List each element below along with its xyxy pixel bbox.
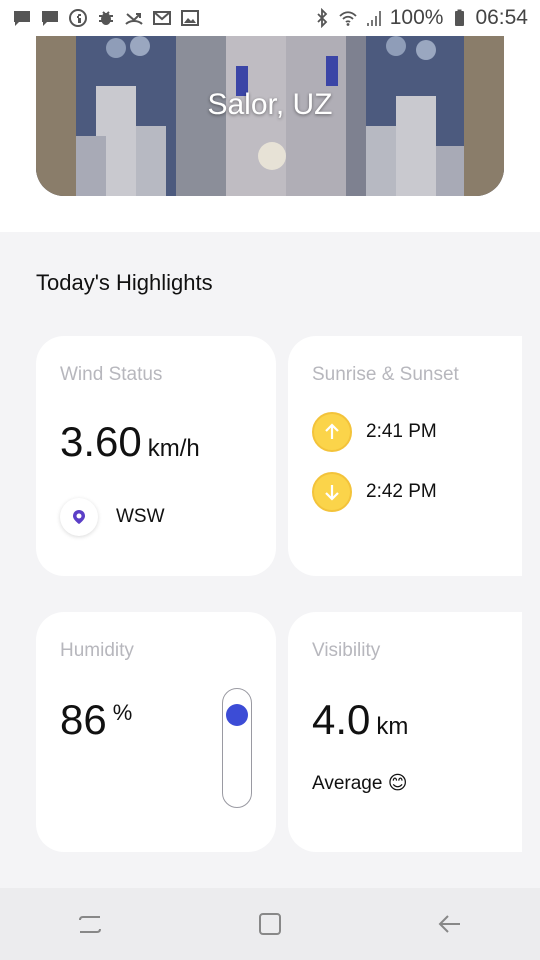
visibility-card: Visibility 4.0 km Average 😊 [288, 612, 522, 852]
gmail-icon [152, 8, 172, 28]
battery-icon [449, 8, 469, 28]
back-arrow-icon [438, 915, 460, 933]
missed-call-icon [124, 8, 144, 28]
humidity-level-bar [222, 688, 252, 808]
sunrise-arrow-up-icon [312, 412, 352, 452]
home-icon [259, 913, 281, 935]
chat-icon [12, 8, 32, 28]
wind-speed-value: 3.60 [60, 418, 142, 465]
header-area: Salor, UZ [0, 36, 540, 232]
wind-direction: WSW [60, 498, 165, 536]
bug-icon [96, 8, 116, 28]
wind-status-card: Wind Status 3.60 km/h WSW [36, 336, 276, 576]
compass-icon [60, 498, 98, 536]
humidity-card: Humidity 86 % [36, 612, 276, 852]
location-name: Salor, UZ [207, 88, 333, 121]
section-title: Today's Highlights [36, 270, 213, 295]
wifi-icon [338, 8, 358, 28]
signal-icon [364, 8, 384, 28]
bluetooth-icon [312, 8, 332, 28]
message-icon [40, 8, 60, 28]
wind-card-title: Wind Status [60, 364, 163, 385]
back-button[interactable] [420, 894, 480, 954]
humidity-card-title: Humidity [60, 640, 134, 661]
battery-percent: 100% [389, 6, 444, 29]
visibility-value: 4.0 [312, 696, 371, 743]
humidity-value: 86 [60, 696, 107, 743]
visibility-reading: 4.0 km [312, 696, 408, 744]
system-nav-bar [0, 888, 540, 960]
sunrise-time: 2:41 PM [366, 421, 437, 442]
visibility-card-title: Visibility [312, 640, 381, 661]
home-button[interactable] [240, 894, 300, 954]
visibility-unit: km [376, 713, 409, 740]
system-icons: 100% 06:54 [312, 6, 528, 30]
humidity-level-indicator [226, 704, 248, 727]
visibility-note: Average 😊 [312, 773, 408, 794]
facebook-icon [68, 8, 88, 28]
sunrise-row: 2:41 PM [312, 412, 437, 452]
sunrise-sunset-card: Sunrise & Sunset 2:41 PM 2:42 PM [288, 336, 522, 576]
humidity-reading: 86 % [60, 696, 132, 744]
sunset-arrow-down-icon [312, 472, 352, 512]
humidity-unit: % [112, 700, 133, 725]
image-icon [180, 8, 200, 28]
wind-speed-unit: km/h [147, 435, 200, 462]
sunset-row: 2:42 PM [312, 472, 437, 512]
recent-apps-icon [79, 916, 101, 933]
status-bar: 100% 06:54 [0, 0, 540, 36]
recent-apps-button[interactable] [60, 894, 120, 954]
wind-speed: 3.60 km/h [60, 418, 200, 466]
sunset-time: 2:42 PM [366, 481, 437, 502]
sun-card-title: Sunrise & Sunset [312, 364, 459, 385]
notification-icons [12, 8, 200, 28]
wind-direction-label: WSW [116, 506, 165, 527]
location-hero-image: Salor, UZ [36, 36, 504, 196]
clock: 06:54 [475, 6, 528, 29]
